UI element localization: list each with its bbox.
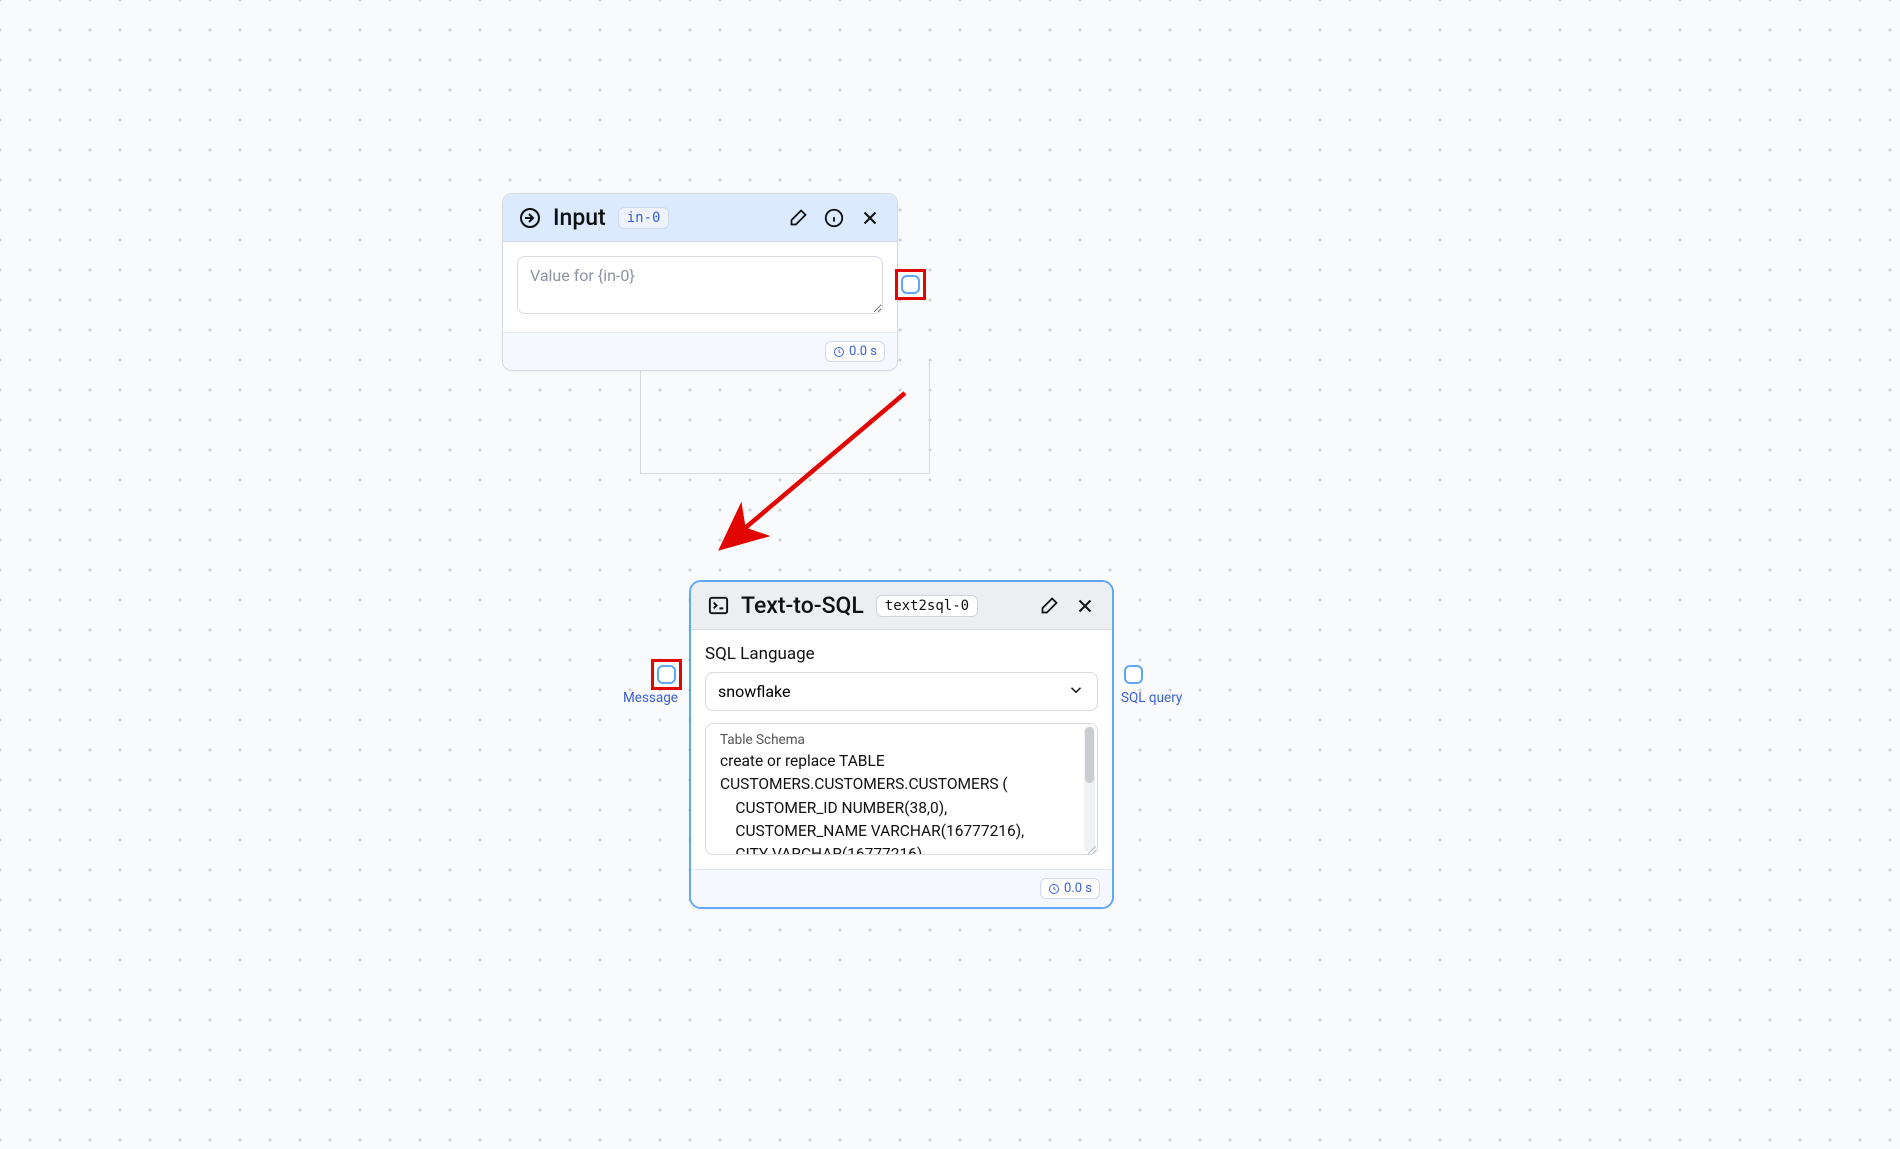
- execution-time-badge: 0.0 s: [825, 341, 885, 362]
- sql-language-value: snowflake: [718, 682, 790, 701]
- execution-time-value: 0.0 s: [849, 344, 877, 359]
- table-schema-label: Table Schema: [720, 732, 1097, 748]
- node-input-header[interactable]: Input in-0: [503, 194, 897, 242]
- schema-scrollbar[interactable]: [1084, 726, 1095, 852]
- clock-icon: [1048, 883, 1060, 895]
- port-text2sql-output[interactable]: [1124, 665, 1143, 684]
- sql-language-select[interactable]: snowflake: [705, 672, 1098, 711]
- chevron-down-icon: [1067, 681, 1085, 703]
- edit-button[interactable]: [1036, 593, 1062, 619]
- node-input[interactable]: Input in-0: [502, 193, 898, 371]
- node-input-id-badge: in-0: [618, 207, 670, 229]
- port-input-output[interactable]: [901, 275, 920, 294]
- port-text2sql-input[interactable]: [657, 665, 676, 684]
- table-schema-box[interactable]: Table Schema create or replace TABLE CUS…: [705, 723, 1098, 855]
- resize-handle-icon[interactable]: [1084, 841, 1096, 853]
- port-label-message: Message: [623, 690, 678, 706]
- node-input-footer: 0.0 s: [503, 332, 897, 370]
- close-button[interactable]: [1072, 593, 1098, 619]
- node-text2sql-header[interactable]: Text-to-SQL text2sql-0: [691, 582, 1112, 630]
- edit-button[interactable]: [785, 205, 811, 231]
- node-text2sql-footer: 0.0 s: [691, 869, 1112, 907]
- node-input-title: Input: [553, 204, 606, 231]
- input-value-textarea[interactable]: [517, 256, 883, 314]
- node-input-body: [503, 242, 897, 332]
- close-button[interactable]: [857, 205, 883, 231]
- table-schema-content[interactable]: create or replace TABLE CUSTOMERS.CUSTOM…: [720, 750, 1097, 855]
- connector-stub: [640, 362, 930, 474]
- node-text2sql-id-badge: text2sql-0: [876, 595, 978, 617]
- node-text2sql-body: SQL Language snowflake Table Schema crea…: [691, 630, 1112, 869]
- node-text2sql[interactable]: Text-to-SQL text2sql-0 SQL Language snow…: [689, 580, 1114, 909]
- schema-scrollbar-thumb[interactable]: [1085, 727, 1094, 783]
- port-label-sql-query: SQL query: [1121, 690, 1182, 706]
- sql-language-label: SQL Language: [705, 644, 1098, 664]
- execution-time-value: 0.0 s: [1064, 881, 1092, 896]
- execution-time-badge: 0.0 s: [1040, 878, 1100, 899]
- flow-canvas[interactable]: Input in-0: [0, 0, 1900, 1149]
- arrow-right-circle-icon: [517, 205, 543, 231]
- terminal-icon: [705, 593, 731, 619]
- node-text2sql-title: Text-to-SQL: [741, 592, 864, 619]
- info-button[interactable]: [821, 205, 847, 231]
- clock-icon: [833, 346, 845, 358]
